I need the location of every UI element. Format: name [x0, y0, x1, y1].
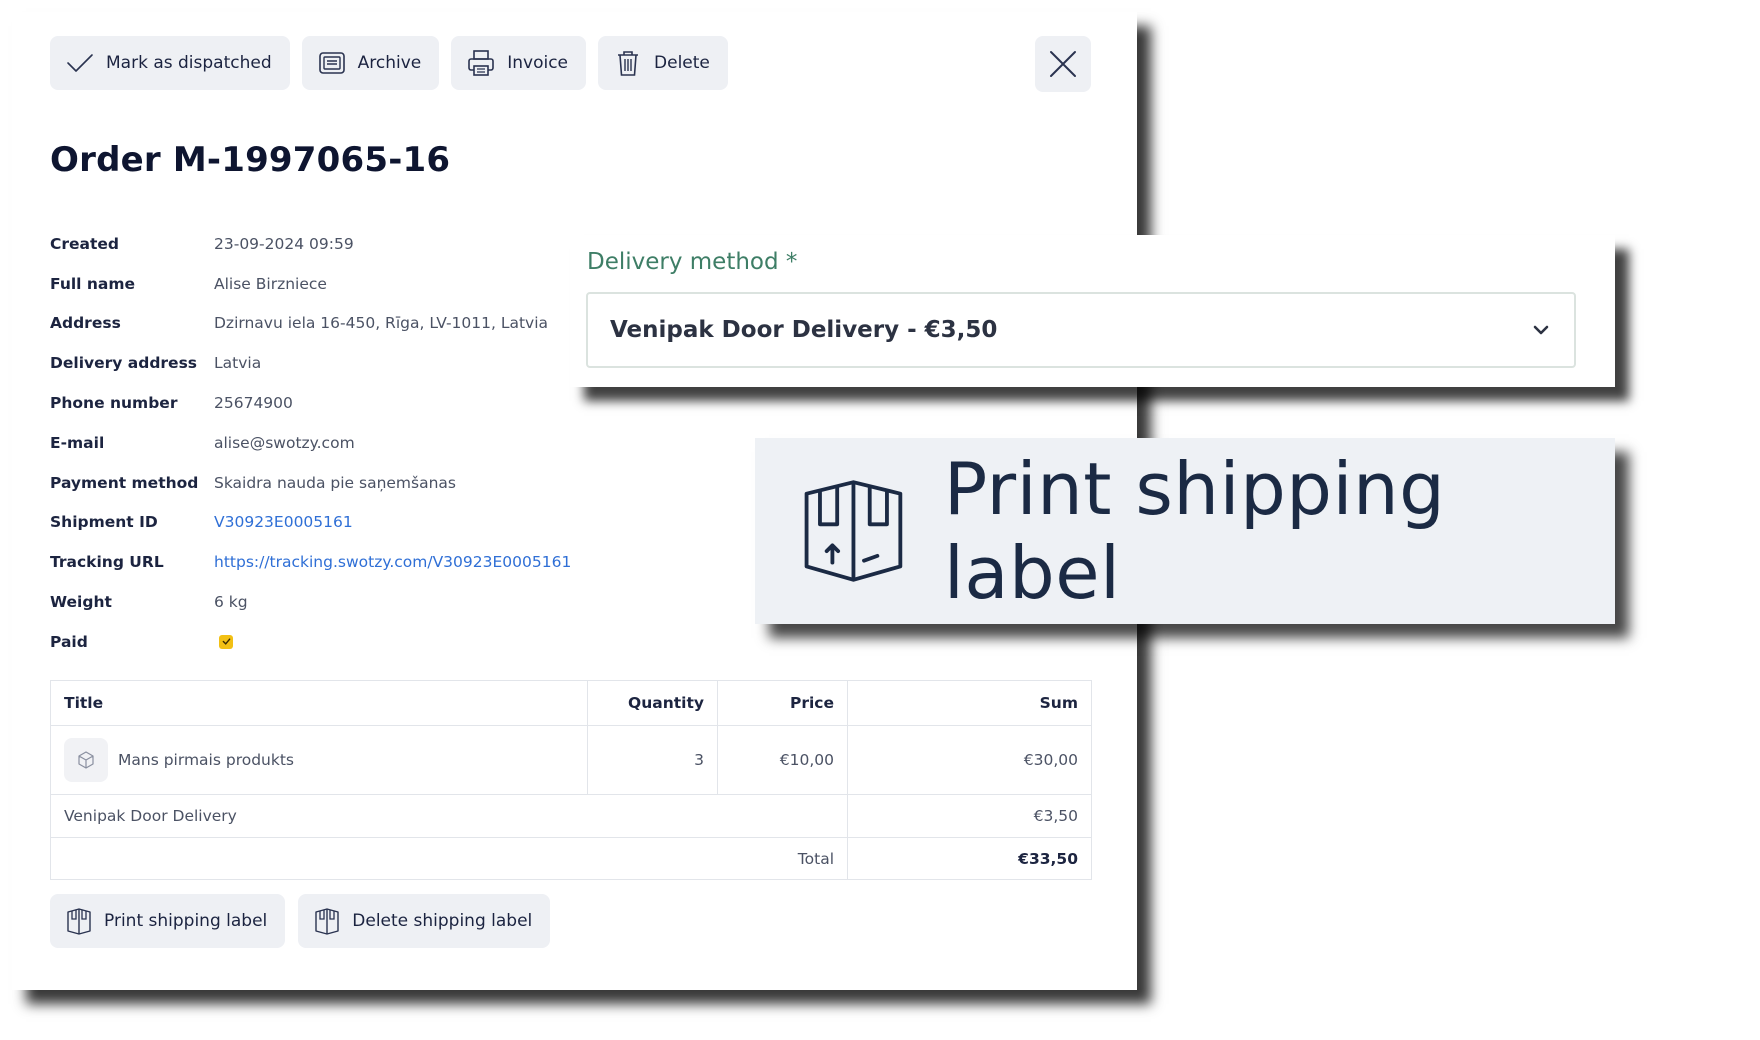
invoice-button[interactable]: Invoice — [451, 36, 587, 90]
total-row: Total €33,50 — [50, 837, 1092, 880]
detail-row-tracking-url: Tracking URL https://tracking.swotzy.com… — [50, 542, 571, 582]
detail-row-payment-method: Payment method Skaidra nauda pie saņemša… — [50, 463, 571, 503]
delete-label: Delete — [654, 53, 710, 73]
mark-dispatched-button[interactable]: Mark as dispatched — [50, 36, 290, 90]
box-icon — [804, 480, 903, 582]
detail-row-phone: Phone number 25674900 — [50, 383, 571, 423]
checkmark-icon — [222, 638, 230, 646]
detail-row-paid: Paid — [50, 622, 571, 662]
detail-label: Weight — [50, 593, 112, 612]
print-shipping-label-button[interactable]: Print shipping label — [50, 894, 286, 948]
product-title: Mans pirmais produkts — [118, 751, 294, 769]
product-price: €10,00 — [717, 725, 848, 795]
box-icon — [315, 908, 339, 935]
detail-row-full-name: Full name Alise Birzniece — [50, 264, 571, 304]
cube-icon — [78, 751, 94, 769]
product-thumbnail — [64, 738, 108, 782]
delete-button[interactable]: Delete — [598, 36, 728, 90]
detail-label: Payment method — [50, 473, 199, 492]
table-row: Mans pirmais produkts 3 €10,00 €30,00 — [50, 725, 1092, 795]
product-quantity: 3 — [587, 725, 718, 795]
column-header-title: Title — [50, 680, 588, 726]
detail-row-created: Created 23-09-2024 09:59 — [50, 224, 571, 264]
delivery-row-sum: €3,50 — [847, 794, 1092, 838]
archive-label: Archive — [357, 53, 422, 73]
detail-label: Created — [50, 234, 120, 253]
detail-label: Full name — [50, 274, 136, 293]
detail-value: 6 kg — [214, 593, 248, 612]
delivery-method-select[interactable]: Venipak Door Delivery - €3,50 — [586, 292, 1576, 368]
delivery-row-label: Venipak Door Delivery — [50, 794, 848, 838]
detail-value: Latvia — [214, 354, 262, 373]
detail-label: Shipment ID — [50, 513, 158, 532]
print-shipping-label-zoomed-button[interactable]: Print shipping label — [755, 438, 1615, 624]
print-shipping-label-text: Print shipping label — [104, 911, 268, 931]
box-icon — [67, 908, 91, 935]
column-header-price: Price — [717, 680, 848, 726]
chevron-down-icon — [1533, 325, 1549, 335]
trash-icon — [618, 51, 639, 76]
detail-value: Skaidra nauda pie saņemšanas — [214, 473, 457, 492]
detail-row-delivery-address: Delivery address Latvia — [50, 343, 571, 383]
detail-row-email: E-mail alise@swotzy.com — [50, 423, 571, 463]
mark-dispatched-label: Mark as dispatched — [106, 53, 272, 73]
delete-shipping-label-text: Delete shipping label — [352, 911, 533, 931]
detail-value: Alise Birzniece — [214, 274, 327, 293]
column-header-quantity: Quantity — [587, 680, 718, 726]
detail-row-address: Address Dzirnavu iela 16-450, Rīga, LV-1… — [50, 304, 571, 344]
detail-label: Paid — [50, 632, 88, 651]
archive-icon — [318, 52, 345, 74]
invoice-label: Invoice — [507, 53, 569, 73]
printer-icon — [468, 50, 495, 76]
shipping-label-actions: Print shipping label Delete shipping lab… — [50, 894, 551, 948]
order-title: Order M-1997065-16 — [50, 140, 451, 180]
tracking-url-link[interactable]: https://tracking.swotzy.com/V30923E00051… — [214, 553, 571, 571]
detail-value: alise@swotzy.com — [214, 433, 355, 452]
delivery-method-label: Delivery method * — [587, 249, 798, 275]
column-header-sum: Sum — [847, 680, 1092, 726]
close-button[interactable] — [1035, 36, 1091, 92]
product-sum: €30,00 — [847, 725, 1092, 795]
paid-checkbox[interactable] — [219, 634, 233, 649]
detail-value: 23-09-2024 09:59 — [214, 234, 354, 253]
detail-label: E-mail — [50, 433, 105, 452]
table-header-row: Title Quantity Price Sum — [50, 680, 1092, 726]
order-details: Created 23-09-2024 09:59 Full name Alise… — [50, 224, 571, 662]
product-cell: Mans pirmais produkts — [50, 725, 588, 795]
detail-label: Phone number — [50, 394, 178, 413]
order-items-table: Title Quantity Price Sum Mans pirmais pr… — [50, 680, 1092, 880]
delete-shipping-label-button[interactable]: Delete shipping label — [298, 894, 551, 948]
detail-label: Address — [50, 314, 121, 333]
print-shipping-label-zoomed-text: Print shipping label — [943, 447, 1446, 615]
detail-value: Dzirnavu iela 16-450, Rīga, LV-1011, Lat… — [214, 314, 549, 333]
close-icon — [1050, 51, 1076, 77]
detail-value: 25674900 — [214, 394, 293, 413]
total-sum: €33,50 — [847, 837, 1092, 880]
order-toolbar: Mark as dispatched Archive Invoice Delet… — [50, 36, 728, 90]
detail-label: Delivery address — [50, 354, 198, 373]
delivery-row: Venipak Door Delivery €3,50 — [50, 794, 1092, 838]
check-icon — [67, 54, 93, 72]
detail-label: Tracking URL — [50, 553, 164, 572]
detail-row-shipment-id: Shipment ID V30923E0005161 — [50, 503, 571, 543]
archive-button[interactable]: Archive — [301, 36, 440, 90]
delivery-method-panel: Delivery method * Venipak Door Delivery … — [570, 235, 1615, 387]
delivery-method-value: Venipak Door Delivery - €3,50 — [610, 317, 998, 343]
detail-row-weight: Weight 6 kg — [50, 582, 571, 622]
shipment-id-link[interactable]: V30923E0005161 — [214, 513, 353, 531]
total-label: Total — [50, 837, 848, 880]
